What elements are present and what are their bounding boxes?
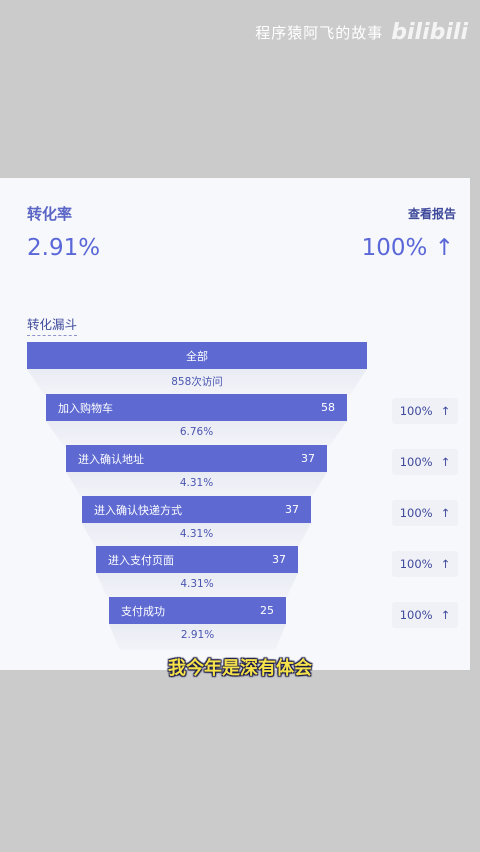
funnel-step-label: 进入确认快递方式: [94, 503, 182, 517]
funnel-step-add-to-cart[interactable]: 加入购物车 58: [46, 394, 347, 421]
watermark-channel-name: 程序猿阿飞的故事: [255, 23, 384, 42]
conversion-compare-value: 100% ↑: [361, 235, 454, 261]
step-compare-chip: 100% ↑: [392, 500, 458, 526]
funnel-step-confirm-address[interactable]: 进入确认地址 37: [66, 445, 327, 472]
funnel-connector: 4.31%: [66, 472, 327, 498]
funnel-rate: 4.31%: [180, 578, 214, 590]
arrow-up-icon: ↑: [440, 455, 451, 469]
compare-value: 100%: [399, 455, 433, 469]
compare-value: 100%: [399, 506, 433, 520]
conversion-card: 转化率 查看报告 2.91% 100% ↑ 转化漏斗 全部 858次访问 加入购…: [0, 178, 470, 670]
funnel-connector: 2.91%: [109, 624, 286, 650]
step-compare-chip: 100% ↑: [392, 449, 458, 475]
funnel-step-count: 58: [321, 401, 335, 414]
compare-value: 100%: [399, 404, 433, 418]
funnel-rate: 4.31%: [179, 477, 214, 489]
step-compare-chip: 100% ↑: [392, 602, 458, 628]
compare-value: 100%: [399, 608, 433, 622]
compare-value: 100%: [399, 557, 433, 571]
funnel-step-count: 37: [285, 503, 299, 516]
funnel-step-count: 25: [260, 604, 274, 617]
funnel-rate: 2.91%: [180, 629, 215, 641]
funnel-title[interactable]: 转化漏斗: [27, 314, 78, 336]
funnel-step-label: 支付成功: [121, 604, 165, 618]
funnel-rate: 6.76%: [179, 426, 214, 438]
funnel-step-label: 进入支付页面: [108, 553, 174, 567]
funnel-step-count: 37: [301, 452, 315, 465]
funnel-connector: 858次访问: [27, 369, 367, 395]
funnel-step-label: 全部: [186, 349, 208, 363]
view-report-link[interactable]: 查看报告: [408, 205, 456, 222]
funnel-step-payment-page[interactable]: 进入支付页面 37: [96, 546, 298, 573]
funnel-step-label: 进入确认地址: [78, 452, 144, 466]
conversion-rate-value: 2.91%: [27, 235, 101, 261]
funnel-step-confirm-shipping[interactable]: 进入确认快递方式 37: [82, 496, 311, 523]
conversion-title: 转化率: [27, 205, 73, 223]
funnel-rate: 4.31%: [179, 528, 214, 540]
funnel-step-label: 加入购物车: [58, 401, 113, 415]
arrow-up-icon: ↑: [440, 608, 451, 622]
funnel-rate: 858次访问: [171, 376, 223, 388]
funnel-connector: 4.31%: [96, 573, 298, 599]
step-compare-chip: 100% ↑: [392, 398, 458, 424]
video-subtitle: 我今年是深有体会: [168, 658, 312, 679]
video-watermark: 程序猿阿飞的故事 bilibili: [255, 18, 468, 46]
funnel-step-all[interactable]: 全部: [27, 342, 367, 369]
arrow-up-icon: ↑: [440, 557, 451, 571]
funnel-step-payment-success[interactable]: 支付成功 25: [109, 597, 286, 624]
funnel-step-count: 37: [272, 553, 286, 566]
arrow-up-icon: ↑: [440, 506, 451, 520]
funnel-connector: 6.76%: [46, 421, 347, 447]
arrow-up-icon: ↑: [440, 404, 451, 418]
step-compare-chip: 100% ↑: [392, 551, 458, 577]
bilibili-logo: bilibili: [391, 19, 468, 45]
